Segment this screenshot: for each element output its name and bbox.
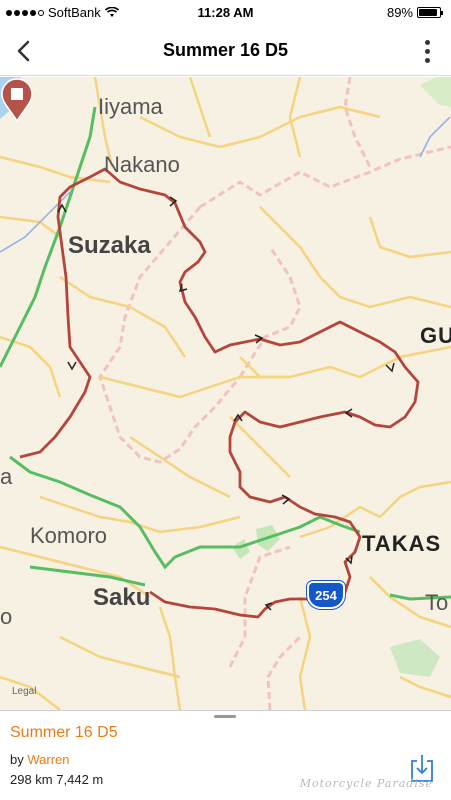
map-canvas	[0, 77, 451, 710]
chevron-left-icon	[17, 40, 30, 62]
park-area	[420, 77, 451, 107]
map-label-komoro: Komoro	[30, 523, 108, 548]
drag-handle[interactable]	[214, 715, 236, 718]
map-label-suzaka: Suzaka	[68, 232, 151, 259]
map-label-takas: TAKAS	[362, 531, 442, 556]
back-button[interactable]	[6, 34, 40, 68]
map-label-o: o	[0, 604, 13, 629]
map-legal-link[interactable]: Legal	[12, 686, 36, 697]
end-marker-icon[interactable]	[0, 77, 34, 123]
clock: 11:28 AM	[197, 5, 254, 20]
navigation-bar: Summer 16 D5	[0, 26, 451, 76]
status-bar: SoftBank 11:28 AM 89%	[0, 0, 451, 26]
by-label: by	[10, 752, 24, 767]
author-line: by Warren	[10, 752, 70, 767]
park-area	[390, 639, 440, 677]
route-info-panel: Summer 16 D5 by Warren 298 km 7,442 m Mo…	[0, 710, 451, 800]
map-label-gu: GU	[420, 323, 451, 348]
route-stats: 298 km 7,442 m	[10, 772, 103, 787]
watermark: Motorcycle Paradise	[299, 777, 433, 790]
battery-fill	[419, 9, 437, 16]
route-distance: 298 km	[10, 772, 53, 787]
battery-icon	[417, 7, 443, 18]
route-254-shield: 254	[307, 581, 345, 609]
route-name: Summer 16 D5	[10, 724, 118, 741]
map-label-iiyama: Iiyama	[98, 94, 163, 119]
map-label-saku: Saku	[93, 584, 151, 611]
map-label-a: a	[0, 464, 13, 489]
battery-info: 89%	[386, 5, 443, 20]
route-elevation: 7,442 m	[56, 772, 104, 787]
more-vertical-icon	[424, 39, 430, 45]
author-link[interactable]: Warren	[27, 752, 69, 767]
park-area	[232, 539, 250, 559]
map-label-to: To	[425, 590, 449, 615]
battery-percent: 89%	[386, 5, 413, 20]
route-map[interactable]: Iiyama Nakano Suzaka Komoro Saku TAKAS G…	[0, 77, 451, 710]
map-label-nakano: Nakano	[104, 152, 180, 177]
more-options-button[interactable]	[417, 36, 437, 66]
page-title: Summer 16 D5	[162, 40, 289, 60]
